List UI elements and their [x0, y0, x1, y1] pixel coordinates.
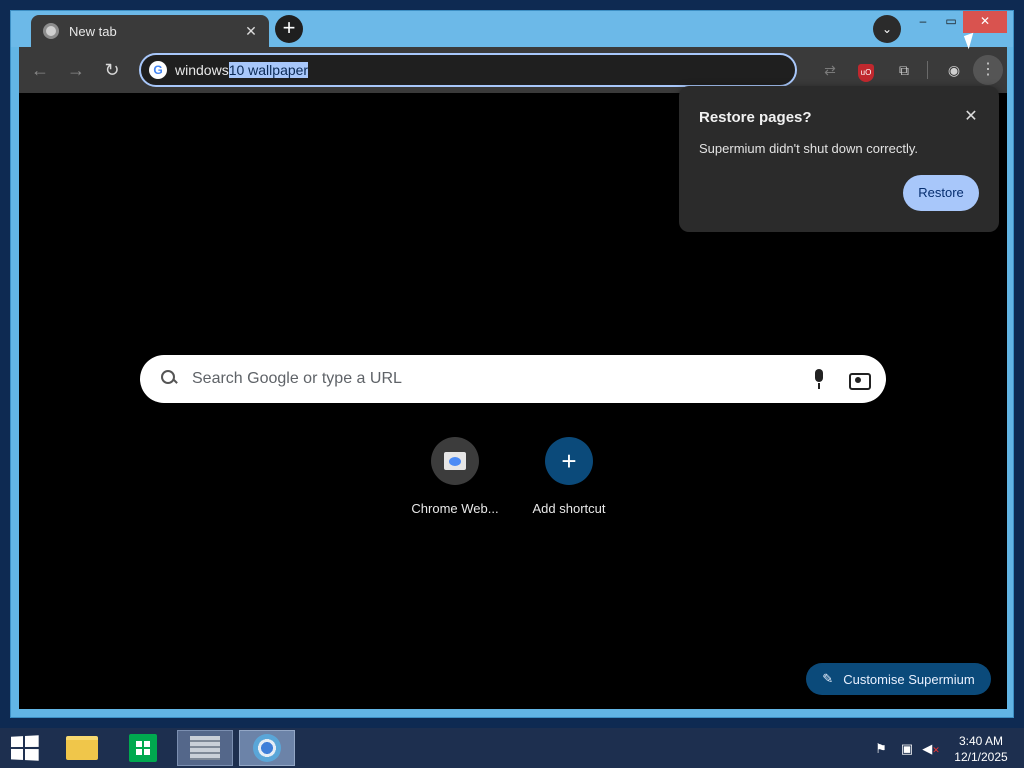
- tab-new-tab[interactable]: New tab ✕: [31, 15, 269, 47]
- restore-pages-dialog: Restore pages? ✕ Supermium didn't shut d…: [679, 86, 999, 232]
- address-text: windows: [175, 62, 229, 78]
- extensions-puzzle-icon[interactable]: ⧉: [891, 57, 917, 83]
- google-icon: G: [149, 61, 167, 79]
- web-store-icon: [431, 437, 479, 485]
- title-bar: New tab ✕ + ⌄ – ▭ ✕: [11, 11, 1013, 47]
- chevron-down-icon: ⌄: [881, 22, 893, 36]
- search-placeholder: Search Google or type a URL: [192, 370, 402, 387]
- back-button[interactable]: ←: [25, 55, 55, 85]
- dialog-message: Supermium didn't shut down correctly.: [699, 141, 919, 156]
- customise-button[interactable]: ✎ Customise Supermium: [806, 663, 991, 695]
- search-icon: [160, 369, 180, 389]
- volume-muted-icon[interactable]: ◀✕: [922, 740, 940, 758]
- pencil-icon: ✎: [822, 671, 834, 686]
- supermium-taskbar-icon[interactable]: [239, 730, 295, 766]
- clock-time: 3:40 AM: [958, 734, 1004, 748]
- network-icon[interactable]: ▣: [898, 740, 916, 758]
- menu-kebab-icon[interactable]: ⋮: [973, 55, 1003, 85]
- translate-extension-icon[interactable]: ⇄: [817, 57, 843, 83]
- reload-button[interactable]: ↻: [97, 55, 127, 85]
- new-tab-button[interactable]: +: [275, 15, 303, 43]
- dialog-title: Restore pages?: [699, 109, 812, 126]
- clock-date: 12/1/2025: [954, 750, 1008, 764]
- camera-icon[interactable]: [848, 370, 871, 390]
- arrow-left-icon: ←: [31, 60, 49, 80]
- tab-close-icon[interactable]: ✕: [239, 23, 263, 40]
- taskbar: ⚑ ▣ ◀✕ 3:40 AM 12/1/2025: [0, 728, 1024, 768]
- file-explorer-taskbar-icon[interactable]: [54, 730, 110, 766]
- ublock-extension-icon[interactable]: uO: [853, 57, 879, 83]
- microphone-icon[interactable]: [810, 367, 830, 391]
- plus-icon: +: [545, 437, 593, 485]
- address-bar[interactable]: G windows 10 wallpaper: [139, 53, 797, 87]
- arrow-right-icon: →: [67, 60, 85, 80]
- close-window-button[interactable]: ✕: [963, 11, 1007, 33]
- toolbar-divider: [927, 61, 928, 79]
- close-icon[interactable]: ✕: [961, 106, 981, 126]
- system-clock[interactable]: 3:40 AM 12/1/2025: [948, 733, 1014, 765]
- reload-icon: ↻: [104, 60, 120, 80]
- tab-search-button[interactable]: ⌄: [873, 15, 901, 43]
- forward-button[interactable]: →: [61, 55, 91, 85]
- minimize-button[interactable]: –: [909, 11, 937, 33]
- maximize-button[interactable]: ▭: [937, 11, 965, 33]
- start-button[interactable]: [11, 735, 39, 761]
- action-center-flag-icon[interactable]: ⚑: [872, 740, 890, 758]
- windows-store-taskbar-icon[interactable]: [115, 730, 171, 766]
- customise-label: Customise Supermium: [843, 671, 975, 687]
- shortcut-label: Chrome Web...: [411, 501, 499, 516]
- profile-icon[interactable]: ◉: [941, 57, 967, 83]
- restore-button[interactable]: Restore: [903, 175, 979, 211]
- shortcut-label: Add shortcut: [532, 501, 606, 516]
- address-text-selected: 10 wallpaper: [228, 62, 309, 78]
- tab-title: New tab: [69, 23, 117, 39]
- shortcut-chrome-web-store[interactable]: Chrome Web...: [400, 437, 510, 516]
- shortcut-add[interactable]: + Add shortcut: [514, 437, 624, 516]
- search-input[interactable]: Search Google or type a URL: [140, 355, 886, 403]
- chrome-favicon-icon: [43, 23, 59, 39]
- server-manager-taskbar-icon[interactable]: [177, 730, 233, 766]
